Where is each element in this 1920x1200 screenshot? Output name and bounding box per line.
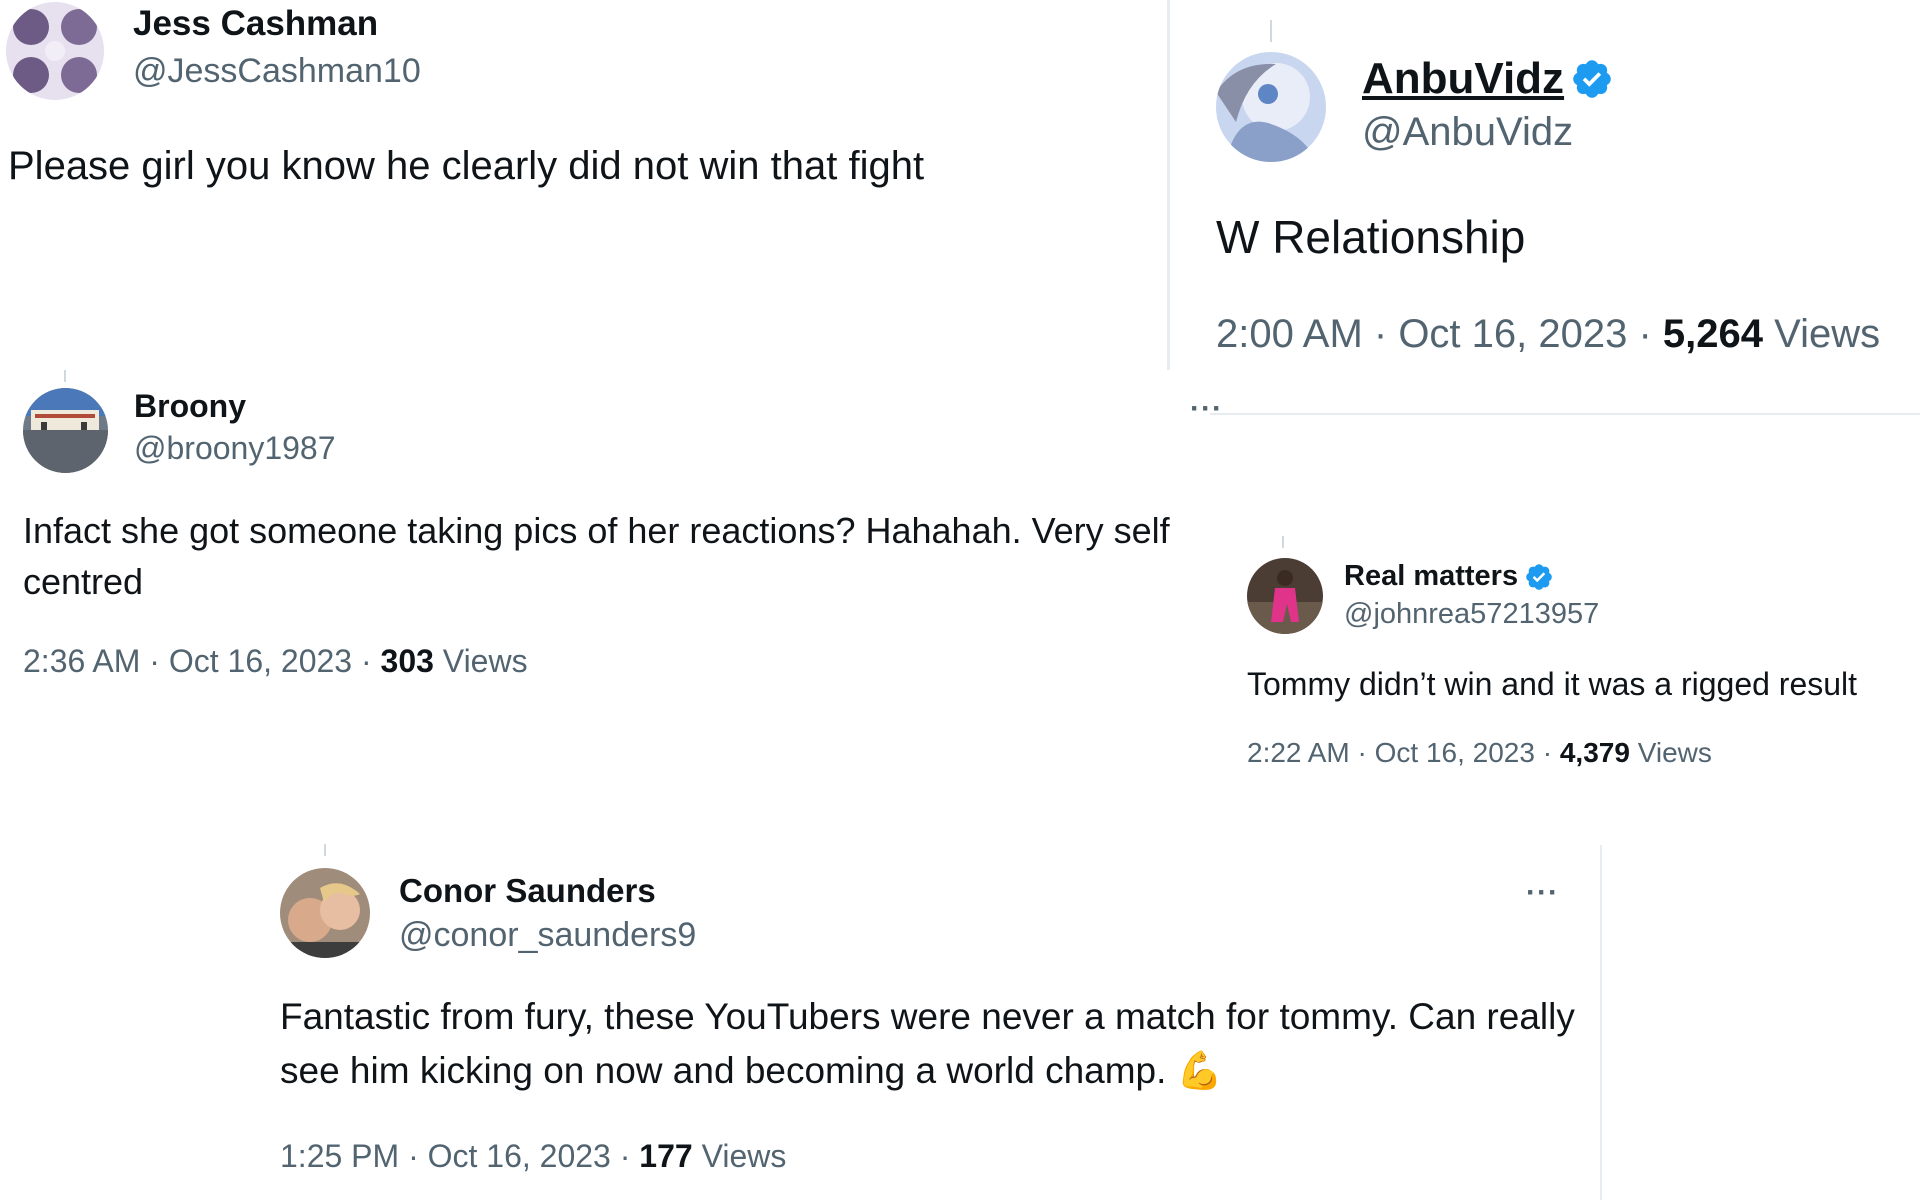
thread-line <box>1282 536 1284 548</box>
handle[interactable]: @AnbuVidz <box>1362 110 1573 155</box>
tweet-jess-cashman: Jess Cashman @JessCashman10 Please girl … <box>0 0 1160 300</box>
views-count: 303 <box>380 643 434 679</box>
tweet-text: Please girl you know he clearly did not … <box>8 144 925 188</box>
display-name-text[interactable]: Jess Cashman <box>133 4 378 44</box>
tweet-real-matters: Real matters @johnrea57213957 Tommy didn… <box>1230 530 1920 790</box>
tweet-broony: Broony @broony1987 ··· Infact she got so… <box>0 370 1223 710</box>
display-name[interactable]: Conor Saunders <box>399 872 656 910</box>
display-name-text[interactable]: Broony <box>134 388 246 425</box>
tweet-text: Tommy didn’t win and it was a rigged res… <box>1247 666 1858 702</box>
display-name[interactable]: Broony <box>134 388 246 425</box>
tweet-text: W Relationship <box>1216 211 1526 263</box>
tweet-time[interactable]: 2:36 AM <box>23 643 140 679</box>
meta-separator: · <box>1534 737 1560 768</box>
thread-line <box>324 844 326 856</box>
views-count: 177 <box>639 1138 693 1174</box>
handle[interactable]: @JessCashman10 <box>133 52 421 91</box>
tweet-time[interactable]: 2:00 AM <box>1216 312 1363 356</box>
flexed-biceps-emoji: 💪 <box>1176 1049 1223 1091</box>
tweet-anbuvidz: AnbuVidz @AnbuVidz W Relationship 2:00 A… <box>1180 0 1920 370</box>
tweet-time[interactable]: 1:25 PM <box>280 1138 399 1174</box>
avatar[interactable] <box>1247 558 1323 634</box>
views-label: Views <box>1774 312 1881 356</box>
meta-separator: · <box>1349 737 1375 768</box>
avatar[interactable] <box>23 388 108 473</box>
avatar[interactable] <box>1216 52 1326 162</box>
views-count: 5,264 <box>1662 312 1764 356</box>
display-name-text[interactable]: AnbuVidz <box>1362 54 1564 104</box>
tweet-meta: 2:22 AM · Oct 16, 2023 · 4,379 Views <box>1247 737 1712 769</box>
display-name[interactable]: Jess Cashman <box>133 4 378 44</box>
tweet-meta: 2:36 AM · Oct 16, 2023 · 303 Views <box>23 643 528 680</box>
avatar[interactable] <box>6 2 104 100</box>
display-name[interactable]: Real matters <box>1344 560 1554 593</box>
more-options-icon[interactable]: ··· <box>1526 876 1559 910</box>
display-name-text[interactable]: Real matters <box>1344 560 1518 593</box>
verified-badge-icon <box>1570 57 1614 101</box>
verified-badge-icon <box>1524 562 1554 592</box>
tweet-text: Infact she got someone taking pics of he… <box>23 510 1170 603</box>
views-count: 4,379 <box>1559 737 1630 768</box>
meta-separator: · <box>1362 312 1399 356</box>
tweet-meta: 1:25 PM · Oct 16, 2023 · 177 Views <box>280 1138 786 1175</box>
views-label: Views <box>442 643 528 679</box>
meta-separator: · <box>610 1138 640 1174</box>
tweet-text: Fantastic from fury, these YouTubers wer… <box>280 990 1580 1097</box>
display-name-text[interactable]: Conor Saunders <box>399 872 656 910</box>
tweet-conor-saunders: Conor Saunders @conor_saunders9 ··· Fant… <box>260 840 1600 1200</box>
tweet-date[interactable]: Oct 16, 2023 <box>428 1138 611 1174</box>
tweet-text-content: Fantastic from fury, these YouTubers wer… <box>280 996 1575 1091</box>
avatar[interactable] <box>280 868 370 958</box>
views-label: Views <box>701 1138 787 1174</box>
meta-separator: · <box>352 643 381 679</box>
thread-line <box>1270 20 1272 42</box>
views-label: Views <box>1637 737 1712 768</box>
handle[interactable]: @broony1987 <box>134 430 336 467</box>
meta-separator: · <box>1627 312 1663 356</box>
tweet-time[interactable]: 2:22 AM <box>1247 737 1350 768</box>
thread-line <box>64 370 66 382</box>
tweet-date[interactable]: Oct 16, 2023 <box>1375 737 1535 768</box>
meta-separator: · <box>140 643 169 679</box>
handle[interactable]: @conor_saunders9 <box>399 916 696 955</box>
tweet-date[interactable]: Oct 16, 2023 <box>169 643 352 679</box>
vertical-divider-top <box>1167 0 1170 370</box>
display-name[interactable]: AnbuVidz <box>1362 54 1614 104</box>
horizontal-divider-right <box>1210 413 1920 415</box>
more-options-icon[interactable]: ··· <box>1190 392 1223 426</box>
handle[interactable]: @johnrea57213957 <box>1344 598 1599 631</box>
vertical-divider-bottom <box>1600 845 1602 1200</box>
tweet-date[interactable]: Oct 16, 2023 <box>1398 312 1627 356</box>
screenshot-collage: Jess Cashman @JessCashman10 Please girl … <box>0 0 1920 1200</box>
tweet-meta: 2:00 AM · Oct 16, 2023 · 5,264 Views <box>1216 312 1880 357</box>
meta-separator: · <box>399 1138 428 1174</box>
